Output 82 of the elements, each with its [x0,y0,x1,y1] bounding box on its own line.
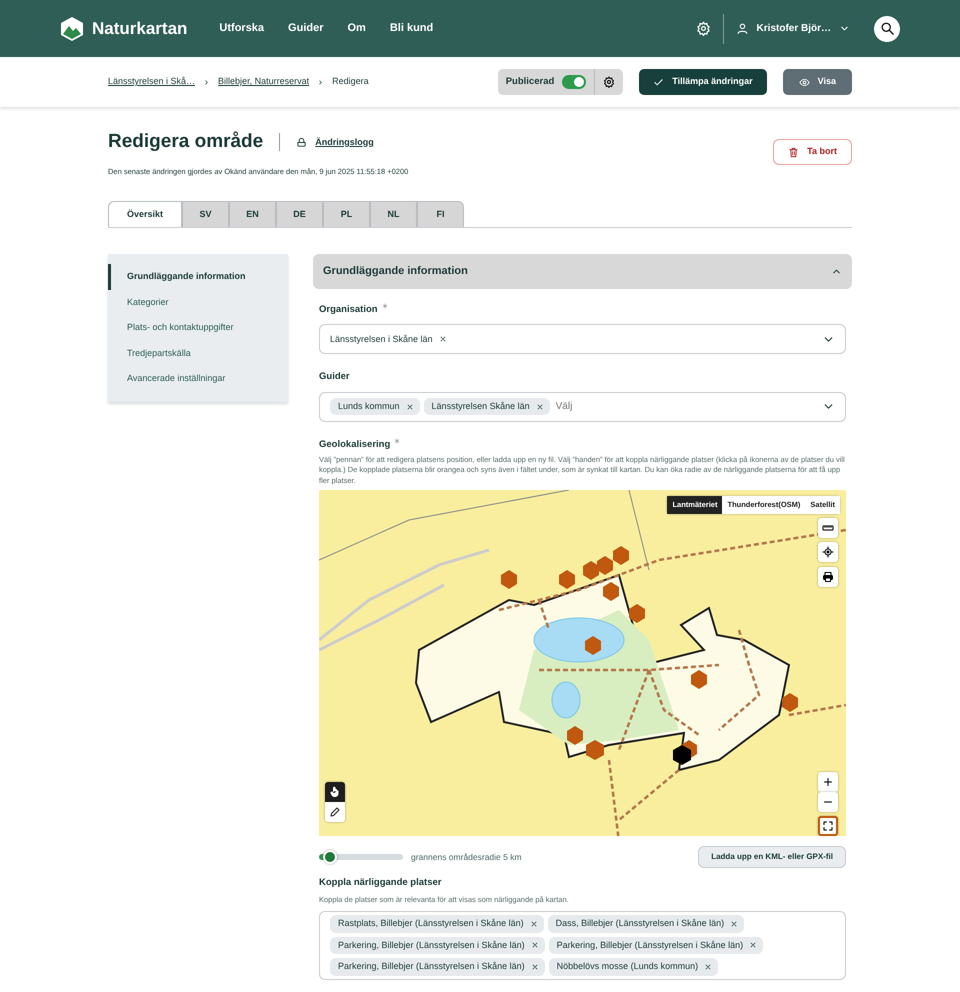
zoom-in-button[interactable] [818,772,838,792]
remove-icon[interactable] [406,402,414,411]
remove-icon[interactable] [749,941,758,950]
section-header[interactable]: Grundläggande information [313,254,852,290]
chevron-right-icon [203,78,210,86]
sidebar-item[interactable]: Tredjepartskälla [108,340,288,366]
selected-tag: Lunds kommun [330,398,420,416]
map-drawing[interactable] [319,490,846,836]
brand-logo[interactable]: Naturkartan [60,16,188,42]
page-title: Redigera område [108,131,264,154]
measure-button[interactable] [818,518,838,538]
delete-button[interactable]: Ta bort [773,139,852,165]
sidebar-item[interactable]: Plats- och kontaktuppgifter [108,315,288,341]
organisation-select[interactable]: Länsstyrelsen i Skåne län [319,324,846,354]
nearby-places-select[interactable] [319,911,846,980]
changelog-link[interactable]: Ändringslogg [296,136,374,150]
printer-icon [822,571,834,584]
pencil-tool-button[interactable] [325,802,345,822]
breadcrumb-current: Redigera [332,75,369,88]
apply-changes-button[interactable]: Tillämpa ändringar [639,69,767,95]
remove-icon[interactable] [530,962,539,971]
user-icon [736,22,749,35]
radius-reading: grannens områdesradie 5 km [411,850,522,864]
nav-link[interactable]: Om [348,20,366,37]
field-label: Organisation [319,303,378,318]
section-title: Grundläggande information [323,264,468,280]
search-button[interactable] [874,16,900,42]
remove-icon[interactable] [730,920,738,928]
view-button[interactable]: Visa [782,69,852,95]
selected-tag: Nöbbelövs mosse (Lunds kommun) [548,958,718,976]
selected-tag: Länsstyrelsen i Skåne län [330,332,447,346]
trash-icon [788,146,800,158]
nav-link[interactable]: Guider [288,20,324,37]
fullscreen-icon [822,820,834,832]
selected-tag: Rastplats, Billebjer (Länsstyrelsen i Skåne län) [330,915,544,933]
guides-select[interactable]: Lunds kommun Länsstyrelsen Skåne län Välj [319,392,846,422]
hand-tool-button[interactable] [325,782,345,802]
selected-tag: Parkering, Billebjer (Länsstyrelsen i Skåne län) [330,958,545,976]
remove-icon[interactable] [704,962,712,971]
language-tab[interactable]: DE [276,201,323,228]
language-tab[interactable]: PL [323,201,370,228]
language-tab[interactable]: FI [417,201,464,228]
sidebar-item[interactable]: Kategorier [108,290,288,316]
slider-thumb[interactable] [322,850,337,864]
selected-tag: Länsstyrelsen Skåne län [424,398,550,416]
print-button[interactable] [818,567,838,588]
language-tab[interactable]: SV [182,201,229,228]
nav-link[interactable]: Utforska [219,20,264,37]
settings-icon[interactable] [696,21,711,36]
search-icon [880,21,894,36]
check-icon [653,76,664,88]
hand-icon [329,786,341,798]
chevron-right-icon [317,78,324,86]
sidebar-item[interactable]: Grundläggande information [108,264,288,290]
field-label: Guider [319,370,350,384]
fullscreen-button[interactable] [818,816,838,836]
remove-icon[interactable] [536,402,544,411]
pencil-icon [329,806,341,818]
locate-button[interactable] [818,542,838,562]
settings-icon [603,76,616,88]
breadcrumb-link[interactable]: Länsstyrelsen i Skå… [108,75,196,89]
selected-tag: Parkering, Billebjer (Länsstyrelsen i Skåne län) [330,936,545,954]
crosshair-icon [822,546,834,558]
remove-icon[interactable] [530,920,538,928]
publish-label: Publicerad [506,74,554,89]
language-tab[interactable]: NL [370,201,417,228]
field-label: Geolokalisering [319,438,390,452]
language-tab[interactable]: Översikt [108,201,182,228]
nav-link[interactable]: Bli kund [390,20,434,37]
breadcrumb-link[interactable]: Billebjer, Naturreservat [218,75,310,89]
publish-switch[interactable] [562,75,586,89]
sidebar-item[interactable]: Avancerade inställningar [108,366,288,392]
selected-tag: Parkering, Billebjer (Länsstyrelsen i Skåne län) [548,936,764,954]
remove-icon[interactable] [530,941,539,950]
field-label: Koppla närliggande platser [319,876,442,890]
eye-icon [798,76,810,88]
language-tab[interactable]: EN [229,201,276,228]
plus-icon [822,776,834,788]
upload-file-button[interactable]: Ladda upp en KML- eller GPX-fil [698,846,846,868]
selected-tag: Dass, Billebjer (Länsstyrelsen i Skåne län) [548,915,744,933]
user-menu[interactable]: Kristofer Björ… [736,21,850,36]
remove-icon[interactable] [438,335,447,344]
